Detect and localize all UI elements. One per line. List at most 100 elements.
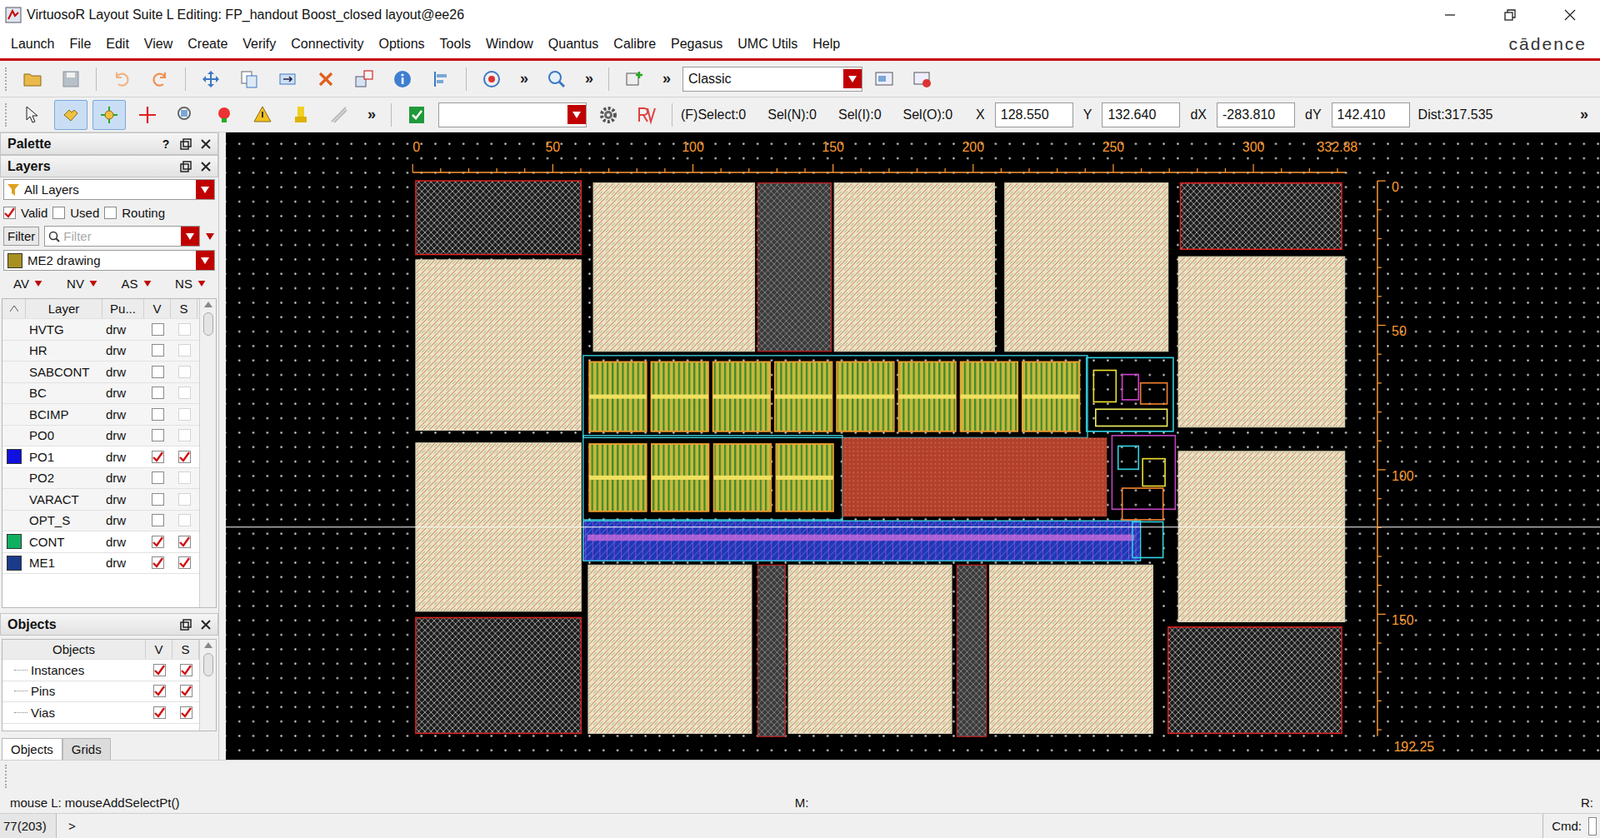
visible-checkbox[interactable] [151, 408, 165, 421]
menu-item[interactable]: Launch [3, 33, 63, 55]
ring-strip[interactable] [956, 565, 987, 737]
layer-row[interactable]: OPT_Sdrw [2, 510, 200, 533]
workspace-button[interactable] [867, 64, 901, 95]
align-button[interactable] [424, 64, 458, 95]
layer-row[interactable]: CONTdrw [2, 531, 200, 554]
visibility-button[interactable]: AV [3, 276, 53, 291]
visibility-button[interactable]: NV [57, 276, 107, 291]
filter-button[interactable]: Filter [3, 226, 40, 246]
restore-button[interactable] [1480, 0, 1540, 30]
menu-item[interactable]: Calibre [605, 33, 664, 55]
ring-strip[interactable] [757, 565, 785, 737]
snap-mode-button[interactable] [92, 100, 126, 130]
transistor-cell[interactable] [589, 444, 647, 512]
save-button[interactable] [54, 64, 88, 95]
option-checkbox[interactable] [52, 206, 65, 220]
crosshair-button[interactable] [130, 100, 165, 130]
corner-block[interactable] [1168, 627, 1342, 735]
marker-button[interactable] [284, 100, 318, 130]
selectable-checkbox[interactable] [178, 386, 191, 400]
bond-pad[interactable] [834, 183, 995, 352]
visible-checkbox[interactable] [151, 429, 165, 442]
menu-item[interactable]: UMC Utils [730, 33, 805, 55]
selectable-checkbox[interactable] [178, 323, 191, 336]
rv-button[interactable] [630, 100, 664, 130]
menu-item[interactable]: Create [180, 33, 235, 55]
control-circuit[interactable] [1111, 435, 1175, 510]
status-grip[interactable] [5, 765, 10, 789]
column-header[interactable]: Layer [25, 299, 103, 319]
selectable-checkbox[interactable] [178, 514, 191, 527]
move-button[interactable] [194, 64, 228, 95]
bond-pad[interactable] [1178, 451, 1345, 623]
column-header[interactable]: S [172, 640, 200, 660]
undock-button[interactable] [177, 135, 195, 153]
filter-input[interactable]: Filter [44, 225, 200, 247]
search-button[interactable] [540, 64, 574, 95]
transistor-cell[interactable] [713, 361, 771, 431]
workspace-delete-button[interactable] [905, 64, 940, 95]
menu-item[interactable]: View [136, 33, 180, 55]
layer-row[interactable]: PO1drw [2, 446, 200, 469]
bond-pad[interactable] [1178, 256, 1345, 428]
coord-field[interactable]: 132.640 [1101, 102, 1180, 128]
object-row[interactable]: Pins [2, 681, 200, 704]
visible-checkbox[interactable] [151, 323, 165, 336]
visible-checkbox[interactable] [151, 344, 165, 357]
layer-scrollbar[interactable] [199, 299, 216, 608]
panel-tab[interactable]: Objects [1, 738, 63, 760]
selectable-checkbox[interactable] [178, 535, 191, 549]
bond-pad[interactable] [415, 260, 581, 431]
command-prompt[interactable]: > [56, 819, 1543, 834]
transistor-cell[interactable] [775, 444, 834, 512]
undo-button[interactable] [105, 64, 139, 95]
menu-item[interactable]: Verify [235, 33, 284, 55]
coord-field[interactable]: 128.550 [995, 102, 1074, 128]
visibility-button[interactable]: AS [111, 276, 161, 291]
bond-pad[interactable] [588, 565, 752, 734]
layer-set-arrow[interactable] [195, 180, 215, 200]
selectable-checkbox[interactable] [180, 706, 193, 720]
toolbar-overflow[interactable]: » [513, 70, 535, 88]
control-circuit[interactable] [1140, 383, 1168, 405]
redo-button[interactable] [143, 64, 177, 95]
objects-scrollbar[interactable] [199, 640, 216, 731]
help-button[interactable]: ? [157, 135, 175, 153]
menu-item[interactable]: Connectivity [283, 33, 371, 55]
corner-block[interactable] [1180, 183, 1342, 250]
undock-button[interactable] [177, 616, 195, 634]
info-button[interactable] [385, 64, 420, 95]
filter-menu-icon[interactable] [205, 233, 215, 240]
create-instance-button[interactable] [617, 64, 651, 95]
selectable-checkbox[interactable] [178, 365, 191, 379]
control-circuit[interactable] [1122, 488, 1164, 520]
bond-pad[interactable] [788, 565, 952, 734]
selectable-checkbox[interactable] [178, 429, 191, 442]
current-layer-select[interactable]: ME2 drawing [3, 250, 215, 271]
ring-strip[interactable] [757, 183, 831, 352]
transistor-cell[interactable] [836, 361, 895, 431]
visible-checkbox[interactable] [151, 386, 165, 400]
transistor-cell[interactable] [960, 361, 1019, 431]
column-header[interactable]: S [170, 299, 198, 319]
close-panel-button[interactable] [197, 135, 215, 153]
transistor-cell[interactable] [775, 361, 833, 431]
filter-arrow[interactable] [180, 226, 200, 246]
corner-block[interactable] [415, 617, 581, 734]
layer-row[interactable]: SABCONTdrw [2, 361, 200, 384]
layer-row[interactable]: HRdrw [2, 340, 200, 363]
control-circuit[interactable] [1118, 446, 1140, 470]
capacitor-block[interactable] [842, 437, 1107, 517]
layer-row[interactable]: PO0drw [2, 425, 200, 448]
open-button[interactable] [15, 64, 50, 95]
delete-button[interactable] [309, 64, 343, 95]
selectable-checkbox[interactable] [180, 685, 193, 698]
scroll-thumb[interactable] [203, 653, 214, 677]
visible-checkbox[interactable] [151, 471, 165, 485]
visible-checkbox[interactable] [151, 535, 165, 549]
control-circuit[interactable] [1095, 409, 1168, 426]
minimize-button[interactable] [1420, 0, 1480, 30]
close-button[interactable] [1540, 0, 1600, 30]
visible-checkbox[interactable] [153, 685, 166, 698]
undock-button[interactable] [177, 158, 195, 175]
